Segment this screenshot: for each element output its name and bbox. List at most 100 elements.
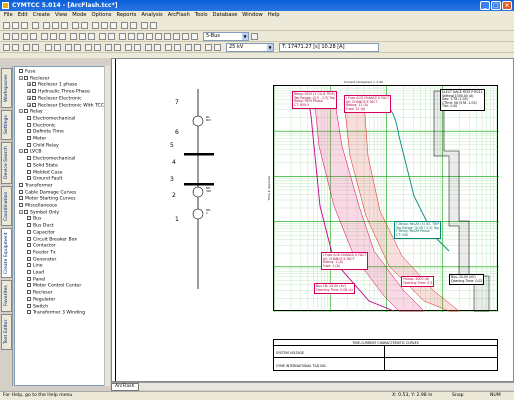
- collapse-icon[interactable]: -: [19, 209, 23, 214]
- tree-item[interactable]: Solid State: [27, 162, 58, 169]
- fuse2-info-box[interactable]: I-Fuse AI B CHANCE K FACT All: CHANCE K …: [321, 252, 369, 271]
- voltage-icon[interactable]: [214, 44, 221, 51]
- rect-icon[interactable]: [88, 33, 95, 40]
- ruler-icon[interactable]: [194, 44, 201, 51]
- tree-item[interactable]: Motor Starting Curves: [19, 196, 75, 202]
- unlock-icon[interactable]: [94, 44, 101, 51]
- tree-item[interactable]: Circuit Breaker Box: [27, 236, 77, 243]
- lock-icon[interactable]: [85, 44, 92, 51]
- collapse-icon[interactable]: -: [19, 109, 23, 114]
- tree-item[interactable]: Capacitor: [27, 229, 55, 236]
- font-icon[interactable]: [108, 33, 115, 40]
- electronic-info-box[interactable]: ELECT DACE RTAT P R012 Setting(1000.00 (…: [440, 89, 485, 111]
- tree-item[interactable]: Molded Case: [27, 169, 62, 176]
- print-icon[interactable]: [32, 22, 39, 29]
- zoom-out-icon[interactable]: [101, 22, 108, 29]
- tree-item[interactable]: Motor Control Center: [27, 283, 81, 289]
- tab-coordination[interactable]: Coordination: [1, 186, 12, 226]
- sequence-icon[interactable]: [164, 33, 171, 40]
- collapse-icon[interactable]: -: [19, 75, 23, 80]
- tree-item[interactable]: Electronic: [27, 122, 56, 129]
- cut-icon[interactable]: [43, 22, 50, 29]
- tree-item[interactable]: Recloser: [27, 290, 53, 296]
- document-tab[interactable]: ArcFlash: [111, 383, 139, 391]
- tab-favorites[interactable]: Favorites: [1, 280, 12, 312]
- tree-item[interactable]: Miscellaneous: [19, 203, 57, 209]
- cable-icon[interactable]: [50, 33, 57, 40]
- relay-info-box[interactable]: Relay: RLY5 (2 CO-8 TRIP) Tap Range: [0.…: [292, 91, 337, 110]
- pointer-icon[interactable]: [121, 22, 128, 29]
- curve-icon[interactable]: [74, 44, 81, 51]
- color-icon[interactable]: [99, 33, 106, 40]
- device-icon[interactable]: [3, 33, 10, 40]
- mirror-icon[interactable]: [105, 44, 112, 51]
- tree-item[interactable]: + Recloser Electronic With TCC S: [27, 102, 108, 109]
- tab-create-equipment[interactable]: Create Equipment: [1, 228, 12, 278]
- tree-item[interactable]: Bus Duct: [27, 223, 54, 229]
- tree-item[interactable]: Motor: [27, 136, 46, 142]
- line-icon[interactable]: [79, 33, 86, 40]
- expand-icon[interactable]: +: [27, 95, 31, 100]
- frelay-info-box[interactable]: F-Relay: ReLAY (5) IEC TRIP Tap Range: […: [394, 221, 442, 240]
- front-icon[interactable]: [165, 44, 172, 51]
- list-icon[interactable]: [191, 33, 198, 40]
- relay-icon[interactable]: [21, 33, 28, 40]
- delete-icon[interactable]: [134, 44, 141, 51]
- menu-options[interactable]: Options: [91, 11, 111, 20]
- tab-text-editor[interactable]: Text Editor: [1, 314, 12, 350]
- redo-icon[interactable]: [81, 22, 88, 29]
- tree-item[interactable]: - Relay: [19, 109, 43, 115]
- refresh-icon[interactable]: [45, 44, 52, 51]
- label-icon[interactable]: [125, 44, 132, 51]
- transformer-icon[interactable]: [41, 33, 48, 40]
- expand-icon[interactable]: +: [27, 89, 31, 94]
- menu-edit[interactable]: Edit: [18, 11, 28, 20]
- measure-icon[interactable]: [205, 44, 212, 51]
- bus-icon[interactable]: [146, 33, 153, 40]
- menu-create[interactable]: Create: [33, 11, 50, 20]
- group-icon[interactable]: [145, 44, 152, 51]
- window-icon[interactable]: [173, 33, 180, 40]
- align-icon[interactable]: [23, 44, 30, 51]
- tree-item[interactable]: Feeder Tx: [27, 249, 56, 256]
- tcc-chart[interactable]: Current (Amperes) × 1.00 Time in Seconds…: [267, 80, 499, 312]
- expand-icon[interactable]: +: [27, 102, 31, 107]
- open-icon[interactable]: [12, 22, 19, 29]
- pan-icon[interactable]: [130, 22, 137, 29]
- tree-item[interactable]: + Hydraulic Three-Phase: [27, 89, 90, 95]
- tab-workspaces[interactable]: Workspaces: [1, 68, 12, 108]
- tree-scrollbar[interactable]: [104, 66, 110, 386]
- pickup-info-box[interactable]: Pickup: 2000 (A) Opening Time: 0.2: [401, 276, 435, 288]
- tree-item[interactable]: Electromechanical: [27, 115, 75, 122]
- grid-icon[interactable]: [141, 22, 148, 29]
- ungroup-icon[interactable]: [154, 44, 161, 51]
- tree-item[interactable]: Ground Fault: [27, 176, 62, 182]
- expand-icon[interactable]: +: [27, 82, 31, 87]
- scale-icon[interactable]: [65, 44, 72, 51]
- tree-item[interactable]: Bus: [27, 216, 41, 222]
- tree-item[interactable]: Definite Time: [27, 129, 64, 135]
- arrow-left-icon[interactable]: [3, 44, 10, 51]
- chevron-down-icon[interactable]: ▼: [267, 44, 273, 51]
- arcflash-icon[interactable]: [119, 33, 126, 40]
- new-icon[interactable]: [3, 22, 10, 29]
- tree-item[interactable]: Child Relay: [27, 142, 59, 149]
- tab-settings[interactable]: Settings: [1, 110, 12, 140]
- tab-device-search[interactable]: Device Search: [1, 142, 12, 184]
- tree-item[interactable]: Fuse: [19, 69, 36, 75]
- tree-item[interactable]: Load: [27, 270, 44, 276]
- motor-icon[interactable]: [59, 33, 66, 40]
- tree-item[interactable]: + Recloser Electronic: [27, 95, 82, 102]
- short-circuit-icon[interactable]: [155, 33, 162, 40]
- calc-icon[interactable]: [54, 44, 61, 51]
- collapse-icon[interactable]: -: [19, 149, 23, 154]
- tree-item[interactable]: - Recloser: [19, 75, 50, 82]
- fuse-icon[interactable]: [12, 33, 19, 40]
- copy-icon[interactable]: [52, 22, 59, 29]
- save-icon[interactable]: [21, 22, 28, 29]
- breaker-icon[interactable]: [30, 33, 37, 40]
- tree-item[interactable]: Generator: [27, 256, 56, 263]
- menu-analysis[interactable]: Analysis: [141, 11, 162, 20]
- bus1b-info-box[interactable]: Bus 1B: 25.00 (kV) Opening Time: 0.08 (s…: [314, 283, 355, 295]
- voltage-select[interactable]: 25 kV ▼: [226, 43, 274, 52]
